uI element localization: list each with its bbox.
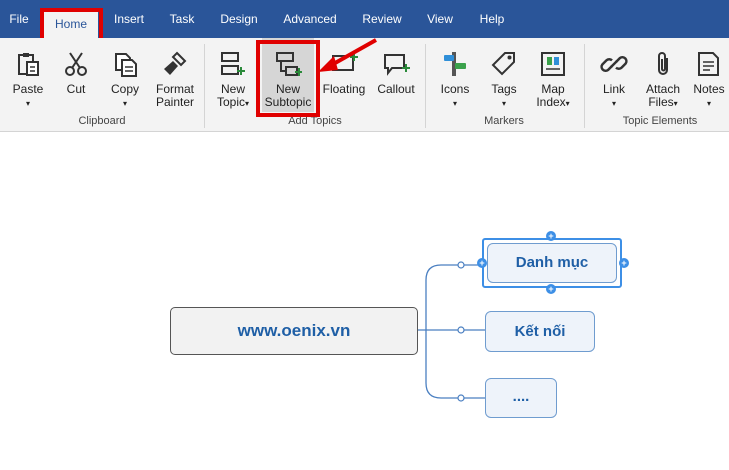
tab-home[interactable]: Home xyxy=(44,10,98,38)
subtopic-ellipsis[interactable]: .... xyxy=(485,378,557,418)
new-subtopic-button[interactable]: New Subtopic xyxy=(262,38,314,112)
tab-help[interactable]: Help xyxy=(472,0,512,38)
tags-button[interactable]: Tags ▾ xyxy=(482,38,526,112)
map-index-icon xyxy=(541,52,565,76)
chevron-down-icon: ▾ xyxy=(673,99,678,108)
chevron-down-icon: ▾ xyxy=(245,99,250,108)
paste-icon xyxy=(18,53,39,76)
link-icon xyxy=(600,56,628,72)
icons-marker-icon xyxy=(444,52,466,76)
callout-icon xyxy=(384,54,410,76)
copy-icon xyxy=(115,53,137,77)
floating-label: Floating xyxy=(322,82,366,96)
format-painter-label-1: Format xyxy=(155,82,194,96)
paintbrush-icon xyxy=(164,51,187,75)
subtopic-danh-muc[interactable]: Danh mục xyxy=(487,243,617,283)
add-topics-group-label: Add Topics xyxy=(288,115,342,127)
subtopic-ket-noi[interactable]: Kết nối xyxy=(485,311,595,352)
chevron-down-icon: ▾ xyxy=(501,99,506,108)
connector-lines xyxy=(418,261,485,402)
chevron-down-icon: ▾ xyxy=(611,99,616,108)
tab-task[interactable]: Task xyxy=(162,0,202,38)
notes-icon xyxy=(698,52,719,76)
pointer-arrow-icon xyxy=(318,38,377,72)
scissors-icon xyxy=(65,52,87,76)
map-index-button[interactable]: Map Index▾ xyxy=(530,38,576,112)
new-topic-button[interactable]: New Topic▾ xyxy=(210,38,256,112)
paste-label: Paste xyxy=(12,82,44,96)
chevron-down-icon: ▾ xyxy=(25,99,30,108)
tab-advanced[interactable]: Advanced xyxy=(276,0,344,38)
chevron-down-icon: ▾ xyxy=(706,99,711,108)
tab-file[interactable]: File xyxy=(2,0,36,38)
new-topic-label-2: Topic xyxy=(216,95,245,109)
chevron-down-icon: ▾ xyxy=(122,99,127,108)
chevron-down-icon: ▾ xyxy=(452,99,457,108)
tab-review[interactable]: Review xyxy=(356,0,408,38)
cut-button[interactable]: Cut xyxy=(54,38,98,112)
topic-elements-group-label: Topic Elements xyxy=(622,115,698,127)
notes-button[interactable]: Notes ▾ xyxy=(690,38,728,112)
tab-insert[interactable]: Insert xyxy=(106,0,152,38)
new-subtopic-icon xyxy=(276,52,302,76)
expand-handle-icon[interactable]: + xyxy=(546,284,556,294)
chevron-down-icon: ▾ xyxy=(565,99,570,108)
tab-design[interactable]: Design xyxy=(212,0,266,38)
group-divider xyxy=(584,44,585,128)
expand-handle-icon[interactable]: + xyxy=(477,258,487,268)
new-subtopic-label-2: Subtopic xyxy=(264,95,312,109)
group-divider xyxy=(425,44,426,128)
new-topic-label-1: New xyxy=(220,82,245,96)
attach-files-label-2: Files xyxy=(648,95,674,109)
attach-files-button[interactable]: Attach Files▾ xyxy=(640,38,686,112)
group-divider xyxy=(204,44,205,128)
copy-button[interactable]: Copy ▾ xyxy=(102,38,148,112)
paste-button[interactable]: Paste ▾ xyxy=(4,38,52,112)
map-index-label-1: Map xyxy=(541,82,565,96)
copy-label: Copy xyxy=(110,82,139,96)
tag-icon xyxy=(491,52,515,76)
clipboard-group-label: Clipboard xyxy=(78,115,126,127)
new-topic-icon xyxy=(221,52,245,75)
central-topic[interactable]: www.oenix.vn xyxy=(170,307,418,355)
menu-bar: File Home Insert Task Design Advanced Re… xyxy=(0,0,729,38)
icons-label: Icons xyxy=(440,82,470,96)
attach-files-label-1: Attach xyxy=(645,82,681,96)
map-canvas[interactable]: www.oenix.vn + + + + Danh mục Kết nối ..… xyxy=(0,133,729,470)
expand-handle-icon[interactable]: + xyxy=(546,231,556,241)
cut-label: Cut xyxy=(66,82,86,96)
notes-label: Notes xyxy=(693,82,725,96)
format-painter-button[interactable]: Format Painter xyxy=(150,38,200,112)
icons-button[interactable]: Icons ▾ xyxy=(432,38,478,112)
paperclip-icon xyxy=(658,52,668,75)
callout-label: Callout xyxy=(377,82,415,96)
tags-label: Tags xyxy=(491,82,517,96)
tab-view[interactable]: View xyxy=(420,0,460,38)
new-subtopic-label-1: New xyxy=(275,82,300,96)
map-index-label-2: Index xyxy=(536,95,566,109)
markers-group-label: Markers xyxy=(484,115,524,127)
link-button[interactable]: Link ▾ xyxy=(592,38,636,112)
expand-handle-icon[interactable]: + xyxy=(619,258,629,268)
link-label: Link xyxy=(602,82,625,96)
format-painter-label-2: Painter xyxy=(155,95,195,109)
